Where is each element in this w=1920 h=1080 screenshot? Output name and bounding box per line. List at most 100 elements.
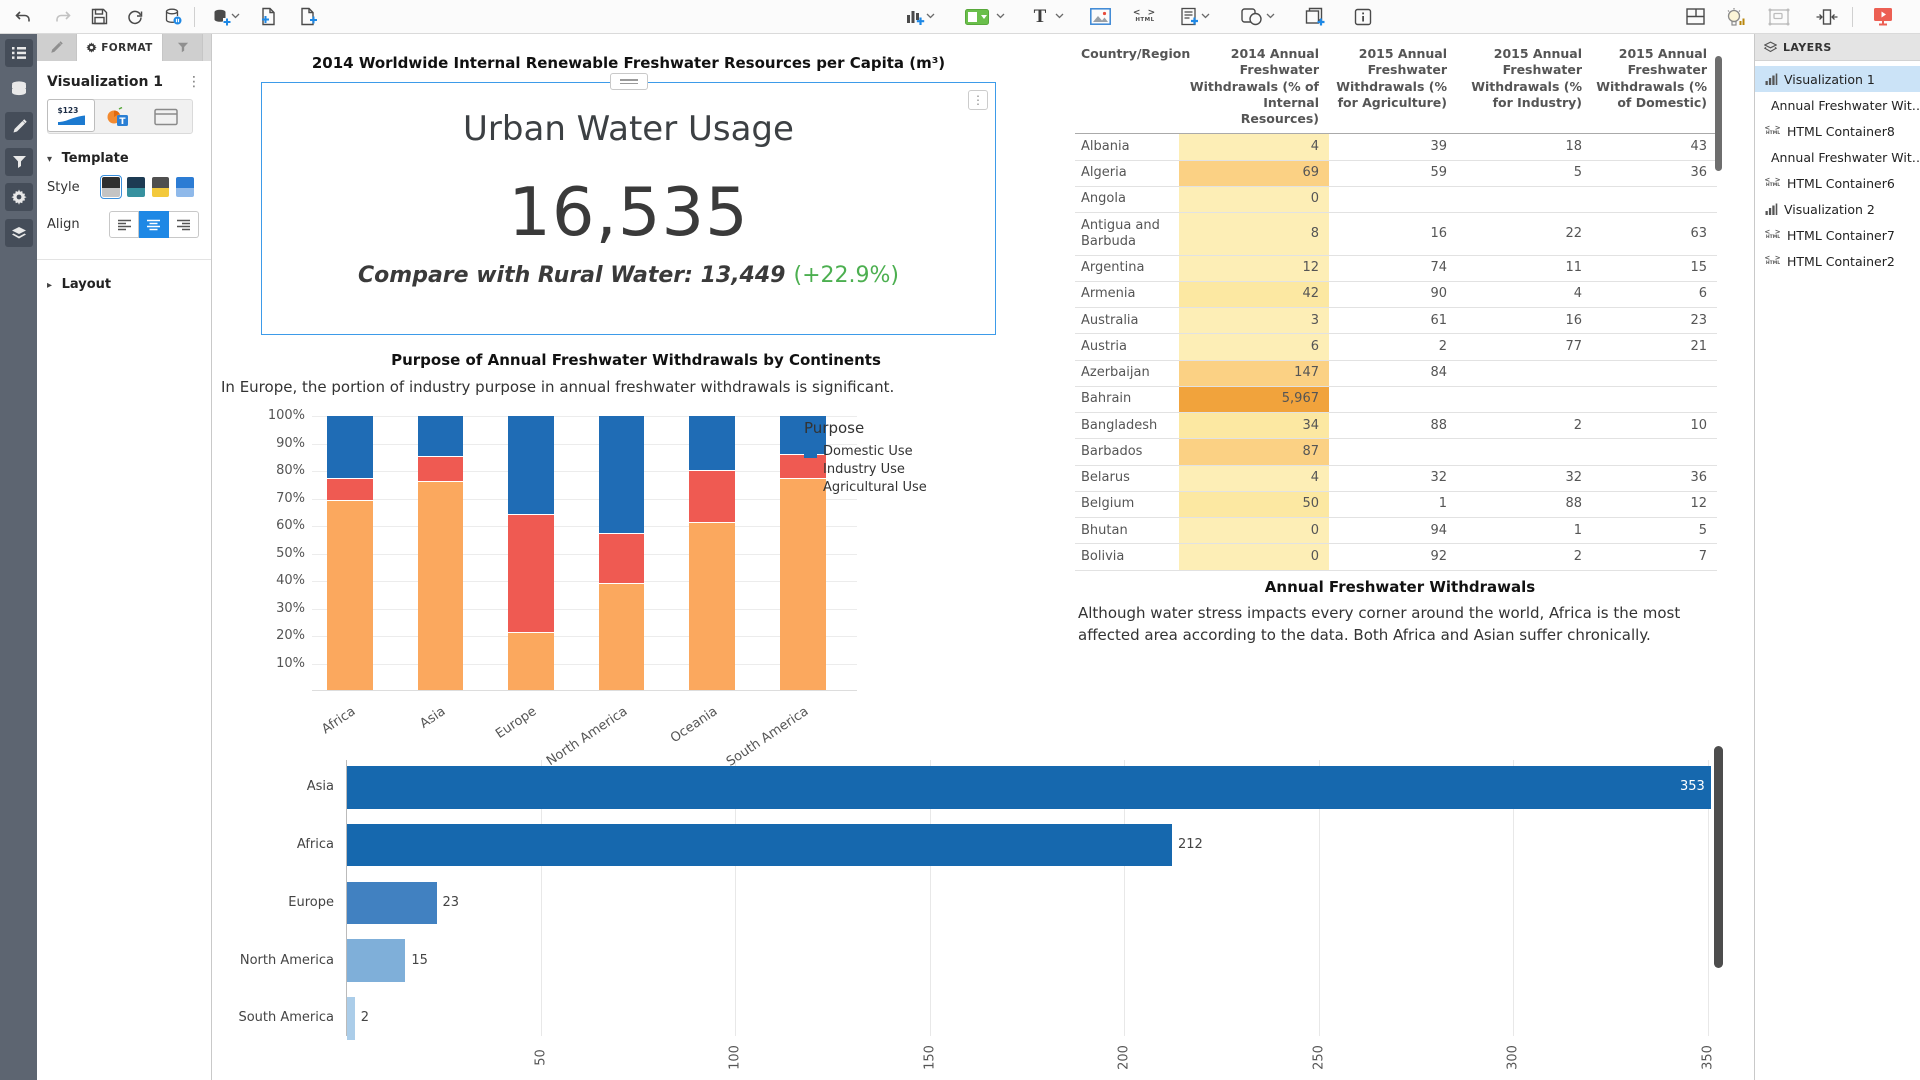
report-list-button[interactable] (5, 39, 33, 67)
align-center-button[interactable] (139, 211, 169, 238)
table-row[interactable]: Angola0 (1075, 186, 1717, 212)
col-2015-agriculture[interactable]: 2015 Annual Freshwater Withdrawals (% fo… (1329, 44, 1457, 134)
hbar-asia[interactable] (347, 766, 1711, 809)
bar-segment-domestic-use[interactable] (508, 415, 554, 514)
table-row[interactable]: Austria627721 (1075, 334, 1717, 360)
panel-menu-button[interactable]: ⋮ (187, 77, 201, 87)
bar-segment-industry-use[interactable] (599, 533, 645, 583)
bar-segment-domestic-use[interactable] (599, 415, 645, 533)
stacked-bar[interactable] (418, 415, 464, 690)
refresh-button[interactable] (120, 0, 150, 33)
number-style-button[interactable]: $123 (47, 99, 95, 132)
data-source-button[interactable] (158, 0, 188, 33)
bar-segment-agricultural-use[interactable] (689, 522, 735, 690)
table-row[interactable]: Albania4391843 (1075, 134, 1717, 160)
layer-item[interactable]: < >HTMLHTML Container8 (1755, 118, 1920, 144)
layers-tool-button[interactable] (5, 219, 33, 247)
table-row[interactable]: Bangladesh3488210 (1075, 413, 1717, 439)
redo-button[interactable] (48, 0, 78, 33)
bar-segment-industry-use[interactable] (327, 478, 373, 500)
chart-text-style-button[interactable]: T (94, 100, 142, 133)
bar-segment-industry-use[interactable] (689, 470, 735, 522)
style-chip-teal[interactable] (127, 177, 145, 197)
data-button[interactable] (5, 75, 33, 103)
table-row[interactable]: Algeria6959536 (1075, 160, 1717, 186)
table-row[interactable]: Bolivia09227 (1075, 544, 1717, 570)
align-left-button[interactable] (109, 211, 139, 238)
bar-segment-agricultural-use[interactable] (599, 583, 645, 690)
widget-drag-handle[interactable] (610, 73, 648, 90)
layer-item[interactable]: Visualization 1 (1755, 66, 1920, 92)
hbar-south-america[interactable] (347, 997, 355, 1040)
selection-frame-button[interactable] (1764, 0, 1794, 33)
add-chart-chevron-icon[interactable] (926, 13, 935, 19)
tab-edit[interactable] (37, 34, 77, 61)
text-tool-button[interactable]: T (1025, 0, 1055, 33)
tab-format[interactable]: FORMAT (77, 34, 163, 61)
layer-item[interactable]: Annual Freshwater Wit… (1755, 92, 1920, 118)
widget-menu-button[interactable]: ⋮ (968, 90, 988, 110)
add-container-button[interactable] (1300, 0, 1330, 33)
legend-item[interactable]: Agricultural Use (804, 480, 927, 495)
template-section-header[interactable]: ▾ Template (37, 134, 211, 170)
add-form-chevron-icon[interactable] (1201, 13, 1210, 19)
insights-button[interactable] (1720, 0, 1750, 33)
table-row[interactable]: Argentina12741115 (1075, 255, 1717, 281)
add-page-button[interactable] (293, 0, 323, 33)
save-button[interactable] (84, 0, 114, 33)
table-row[interactable]: Bahrain5,967 (1075, 386, 1717, 412)
table-row[interactable]: Barbados87 (1075, 439, 1717, 465)
bar-segment-industry-use[interactable] (508, 514, 554, 632)
bar-segment-agricultural-use[interactable] (780, 478, 826, 690)
stacked-bar[interactable] (689, 415, 735, 690)
shapes-chevron-icon[interactable] (1266, 13, 1275, 19)
layer-item[interactable]: < >HTMLHTML Container7 (1755, 222, 1920, 248)
stacked-bar[interactable] (327, 415, 373, 690)
filter-tool-button[interactable] (5, 148, 33, 176)
undo-button[interactable] (8, 0, 38, 33)
layer-item[interactable]: < >HTMLHTML Container6 (1755, 170, 1920, 196)
legend-item[interactable]: Industry Use (804, 462, 927, 477)
add-data-chevron-icon[interactable] (231, 13, 240, 19)
align-right-button[interactable] (169, 211, 199, 238)
style-chip-blue[interactable] (176, 177, 194, 197)
style-chip-yellow[interactable] (152, 177, 170, 197)
layer-item[interactable]: Annual Freshwater Wit… (1755, 144, 1920, 170)
bar-segment-domestic-use[interactable] (689, 415, 735, 470)
hbar-africa[interactable] (347, 824, 1172, 867)
col-2015-industry[interactable]: 2015 Annual Freshwater Withdrawals (% fo… (1457, 44, 1592, 134)
bar-segment-domestic-use[interactable] (418, 415, 464, 456)
hbar-north-america[interactable] (347, 939, 405, 982)
col-country[interactable]: Country/Region (1075, 44, 1179, 134)
legend-item[interactable]: Domestic Use (804, 444, 927, 459)
fit-screen-button[interactable] (1812, 0, 1842, 33)
container-style-button[interactable] (142, 100, 190, 133)
horizontal-bar-chart[interactable]: 50100150200250300350Asia353Africa212Euro… (346, 760, 1712, 1036)
bar-segment-agricultural-use[interactable] (508, 632, 554, 690)
add-control-chevron-icon[interactable] (996, 13, 1005, 19)
col-2015-domestic[interactable]: 2015 Annual Freshwater Withdrawals (% of… (1592, 44, 1717, 134)
layer-item[interactable]: < >HTMLHTML Container2 (1755, 248, 1920, 274)
style-chip-dark[interactable] (102, 177, 120, 197)
stacked-bar[interactable] (599, 415, 645, 690)
hbar-europe[interactable] (347, 882, 437, 925)
layout-section-header[interactable]: ▸ Layout (37, 260, 211, 296)
table-row[interactable]: Armenia429046 (1075, 281, 1717, 307)
canvas-scrollbar[interactable] (1714, 746, 1723, 968)
add-control-button[interactable] (962, 0, 992, 33)
layout-button[interactable] (1680, 0, 1710, 33)
bar-segment-industry-use[interactable] (418, 456, 464, 481)
edit-button[interactable] (5, 112, 33, 140)
stacked-bar-chart[interactable]: 10%20%30%40%50%60%70%80%90%100%AfricaAsi… (312, 416, 857, 691)
settings-button[interactable] (5, 183, 33, 211)
image-tool-button[interactable] (1085, 0, 1115, 33)
bar-segment-domestic-use[interactable] (327, 415, 373, 478)
bar-segment-agricultural-use[interactable] (418, 481, 464, 690)
countries-table[interactable]: Country/Region 2014 Annual Freshwater Wi… (1075, 44, 1721, 571)
table-row[interactable]: Belarus4323236 (1075, 465, 1717, 491)
kpi-widget[interactable]: ⋮ Urban Water Usage 16,535 Compare with … (261, 82, 996, 335)
table-row[interactable]: Bosnia and Herzegovina015 (1075, 570, 1717, 571)
table-row[interactable]: Antigua and Barbuda8162263 (1075, 213, 1717, 256)
tab-filter[interactable] (163, 34, 203, 61)
table-row[interactable]: Azerbaijan14784 (1075, 360, 1717, 386)
